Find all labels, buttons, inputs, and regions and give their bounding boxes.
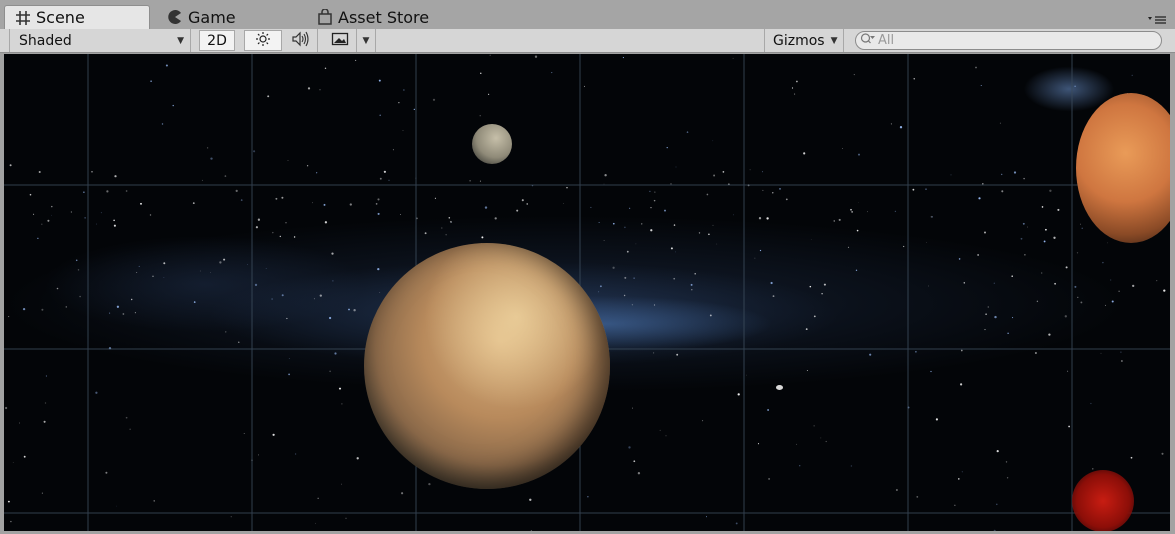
shading-mode-value: Shaded [19, 32, 72, 49]
toggle-2d-button[interactable]: 2D [199, 30, 235, 51]
effects-dropdown[interactable]: ▼ [356, 29, 376, 52]
shading-mode-dropdown[interactable]: Shaded ▼ [9, 29, 191, 52]
hierarchy-search [855, 31, 1162, 50]
small-moon[interactable] [472, 124, 512, 164]
scene-lighting-toggle[interactable] [244, 30, 282, 51]
chevron-down-icon: ▼ [362, 35, 370, 46]
sun-icon [255, 31, 271, 51]
chevron-down-icon: ▼ [830, 35, 838, 46]
image-icon [331, 32, 349, 50]
tab-scene[interactable]: Scene [4, 5, 150, 29]
scene-viewport[interactable] [4, 54, 1170, 531]
tab-asset-store[interactable]: Asset Store [302, 5, 472, 29]
chevron-down-icon: ▼ [177, 35, 184, 46]
asteroid[interactable] [776, 385, 783, 390]
gizmos-label: Gizmos [773, 32, 825, 49]
search-icon [860, 31, 876, 50]
speaker-icon [291, 31, 311, 51]
tab-scene-label: Scene [36, 8, 85, 27]
scene-grid [4, 54, 1170, 531]
grid-icon [14, 9, 32, 27]
gizmos-dropdown[interactable]: Gizmos ▼ [764, 29, 844, 52]
toggle-2d-label: 2D [207, 32, 227, 49]
tab-game[interactable]: Game [152, 5, 302, 29]
scene-toolbar: Shaded ▼ 2D ▼ Gizmos ▼ All [0, 29, 1175, 53]
red-glow-object[interactable] [1072, 470, 1134, 531]
search-input[interactable] [876, 32, 1148, 49]
panel-menu-icon[interactable] [1147, 14, 1167, 26]
pacman-icon [166, 8, 184, 26]
shopping-bag-icon [316, 8, 334, 26]
tab-game-label: Game [188, 7, 236, 27]
tab-asset-store-label: Asset Store [338, 7, 430, 27]
scene-effects-toggle[interactable] [324, 29, 356, 52]
large-tan-planet[interactable] [364, 243, 610, 489]
editor-tab-strip: Scene Game Asset Store [0, 0, 1175, 30]
scene-audio-toggle[interactable] [284, 29, 318, 52]
